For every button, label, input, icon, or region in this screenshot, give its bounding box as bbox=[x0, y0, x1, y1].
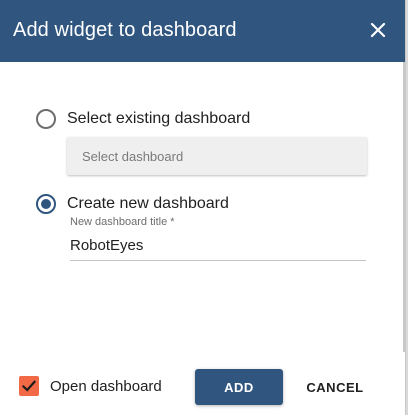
select-dashboard-placeholder: Select dashboard bbox=[82, 149, 184, 164]
checkmark-icon bbox=[21, 380, 37, 392]
option-create-new[interactable]: Create new dashboard bbox=[36, 194, 229, 214]
existing-dashboard-label: Select existing dashboard bbox=[67, 110, 251, 127]
dialog-header: Add widget to dashboard bbox=[0, 0, 405, 62]
create-new-dashboard-label: Create new dashboard bbox=[67, 195, 229, 212]
existing-dashboard-radio[interactable] bbox=[36, 109, 56, 129]
new-dashboard-title-field: New dashboard title * RobotEyes bbox=[70, 215, 366, 261]
add-button[interactable]: ADD bbox=[195, 369, 283, 405]
dialog-title: Add widget to dashboard bbox=[13, 19, 237, 41]
add-widget-dialog: Add widget to dashboard Select existing … bbox=[0, 0, 406, 415]
option-select-existing[interactable]: Select existing dashboard bbox=[36, 109, 250, 129]
create-new-dashboard-radio[interactable] bbox=[36, 194, 56, 214]
new-dashboard-title-label: New dashboard title * bbox=[70, 216, 175, 228]
open-dashboard-label: Open dashboard bbox=[50, 378, 162, 395]
new-dashboard-title-input[interactable]: RobotEyes bbox=[70, 236, 366, 261]
close-icon[interactable] bbox=[367, 19, 389, 41]
content-scrollbar[interactable] bbox=[403, 62, 405, 352]
open-dashboard-checkbox[interactable] bbox=[19, 376, 39, 396]
select-dashboard-dropdown[interactable]: Select dashboard bbox=[67, 137, 367, 175]
cancel-button[interactable]: CANCEL bbox=[296, 369, 374, 405]
